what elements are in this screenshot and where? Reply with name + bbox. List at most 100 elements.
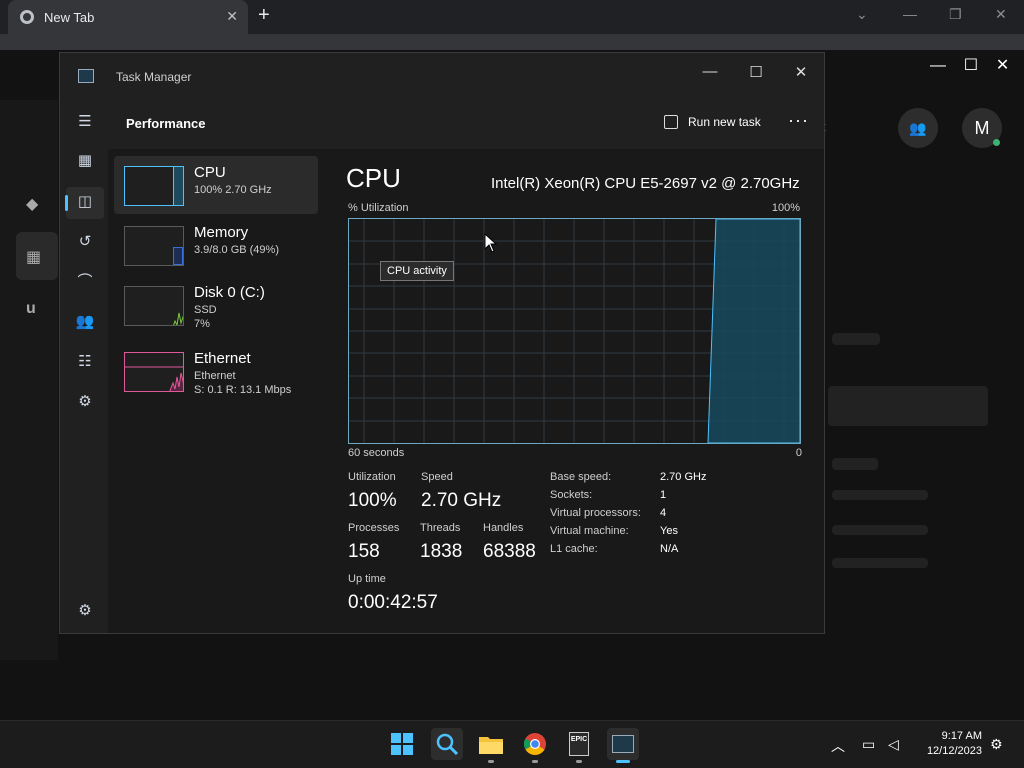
hamburger-menu-icon[interactable]: ☰ (74, 111, 96, 133)
resource-name: Ethernet (194, 350, 251, 367)
active-indicator (616, 760, 630, 763)
cpu-usage-area (707, 219, 800, 443)
close-tab-icon[interactable]: ✕ (226, 8, 238, 25)
chrome-icon[interactable] (519, 728, 551, 760)
resource-name: CPU (194, 164, 226, 181)
chevron-up-icon[interactable]: ︿ (831, 736, 845, 756)
graph-x-label-right: 0 (795, 447, 802, 459)
page-title: Performance (126, 116, 206, 131)
window-title: Task Manager (116, 70, 192, 84)
uptime-value: 0:00:42:57 (348, 592, 438, 613)
cpu-graph-svg (349, 219, 800, 443)
browser-tab[interactable]: New Tab ✕ (8, 0, 248, 34)
users-icon[interactable]: 👥 (74, 311, 96, 333)
detail-value: N/A (660, 543, 679, 555)
processes-icon[interactable]: ▦ (74, 150, 96, 172)
resource-detail: Ethernet (194, 370, 236, 382)
windows-start-icon[interactable] (386, 728, 418, 760)
browser-restore-icon[interactable]: ❐ (949, 6, 962, 23)
utilization-label: Utilization (348, 471, 396, 483)
bg-app-window-controls[interactable]: — ☐ ✕ (930, 55, 1009, 75)
settings-icon[interactable]: ⚙ (74, 600, 96, 622)
detail-key: Sockets: (550, 489, 593, 501)
disk-thumbnail-graph (124, 286, 184, 326)
browser-tab-title: New Tab (44, 9, 95, 25)
resource-detail-2: 7% (194, 318, 210, 330)
taskbar-clock[interactable]: 9:17 AM 12/12/2023 (916, 729, 982, 759)
bg-placeholder (828, 386, 988, 426)
close-button[interactable]: ✕ (781, 63, 821, 81)
volume-muted-icon[interactable]: ◁ (888, 736, 899, 753)
bg-placeholder (832, 458, 878, 470)
bg-app-sidebar (0, 100, 58, 660)
notifications-icon[interactable]: ⚙ (990, 736, 1003, 753)
graph-y-max: 100% (771, 202, 800, 214)
graph-x-label-left: 60 seconds (348, 447, 405, 459)
cpu-utilization-graph[interactable] (348, 218, 801, 444)
resource-name: Disk 0 (C:) (194, 284, 265, 301)
chrome-favicon-icon (20, 10, 34, 24)
resource-item-cpu[interactable]: CPU 100% 2.70 GHz (114, 156, 318, 214)
speed-label: Speed (421, 471, 453, 483)
file-explorer-icon[interactable] (475, 728, 507, 760)
new-tab-button[interactable]: + (258, 4, 270, 27)
tag-icon[interactable]: ◆ (26, 194, 38, 214)
detail-key: Base speed: (550, 471, 612, 483)
memory-thumbnail-graph (124, 226, 184, 266)
browser-toolbar (0, 34, 1024, 50)
bg-placeholder (832, 490, 928, 500)
clock-time: 9:17 AM (941, 730, 982, 742)
mouse-cursor-icon (484, 233, 498, 253)
maximize-button[interactable]: ☐ (736, 63, 776, 81)
services-icon[interactable]: ⚙ (74, 391, 96, 413)
graph-y-label: % Utilization (348, 202, 409, 214)
unreal-icon[interactable]: u (26, 300, 36, 318)
resource-detail: 100% 2.70 GHz (194, 184, 272, 196)
browser-minimize-icon[interactable]: — (903, 6, 917, 22)
resource-detail: 3.9/8.0 GB (49%) (194, 244, 279, 256)
cpu-model-name: Intel(R) Xeon(R) CPU E5-2697 v2 @ 2.70GH… (491, 175, 800, 192)
processes-label: Processes (348, 522, 400, 534)
resource-detail: SSD (194, 304, 217, 316)
app-history-icon[interactable]: ↺ (74, 231, 96, 253)
processes-value: 158 (348, 541, 380, 562)
run-task-icon (664, 115, 678, 129)
cpu-heading: CPU (346, 163, 401, 193)
task-manager-app-icon (78, 69, 94, 83)
running-indicator (532, 760, 538, 763)
startup-apps-icon[interactable]: ⌒ (74, 271, 96, 293)
detail-value: Yes (660, 525, 678, 537)
search-icon[interactable] (431, 728, 463, 760)
nav-selection-indicator (65, 195, 68, 211)
minimize-button[interactable]: — (690, 63, 730, 80)
running-indicator (576, 760, 582, 763)
run-new-task-button[interactable]: Run new task (664, 115, 761, 129)
speed-value: 2.70 GHz (421, 490, 502, 511)
grid-icon[interactable]: ▦ (26, 247, 41, 267)
resource-item-ethernet[interactable]: Ethernet Ethernet S: 0.1 R: 13.1 Mbps (114, 342, 318, 400)
handles-label: Handles (483, 522, 524, 534)
friends-icon[interactable]: 👥 (898, 108, 938, 148)
resource-item-disk[interactable]: Disk 0 (C:) SSD 7% (114, 276, 318, 334)
performance-icon[interactable]: ◫ (74, 191, 96, 213)
detail-key: Virtual machine: (550, 525, 629, 537)
epic-games-icon[interactable]: EPIC (563, 728, 595, 760)
threads-label: Threads (420, 522, 461, 534)
details-icon[interactable]: ☷ (74, 351, 96, 373)
resource-item-memory[interactable]: Memory 3.9/8.0 GB (49%) (114, 216, 318, 274)
resource-detail-2: S: 0.1 R: 13.1 Mbps (194, 384, 292, 396)
running-indicator (488, 760, 494, 763)
uptime-label: Up time (348, 573, 386, 585)
task-manager-taskbar-icon[interactable] (607, 728, 639, 760)
utilization-value: 100% (348, 490, 397, 511)
run-new-task-label: Run new task (688, 115, 761, 129)
bg-placeholder (832, 558, 928, 568)
bg-placeholder (832, 525, 928, 535)
more-options-button[interactable]: ··· (788, 110, 809, 131)
task-manager-window: Task Manager — ☐ ✕ ☰ ▦ ◫ ↺ ⌒ 👥 ☷ ⚙ ⚙ Per… (59, 52, 825, 634)
network-icon[interactable]: ▭ (862, 736, 875, 753)
browser-close-icon[interactable]: ✕ (995, 6, 1007, 23)
clock-date: 12/12/2023 (926, 745, 982, 757)
tab-search-icon[interactable]: ⌄ (856, 6, 868, 23)
bg-placeholder (832, 333, 880, 345)
